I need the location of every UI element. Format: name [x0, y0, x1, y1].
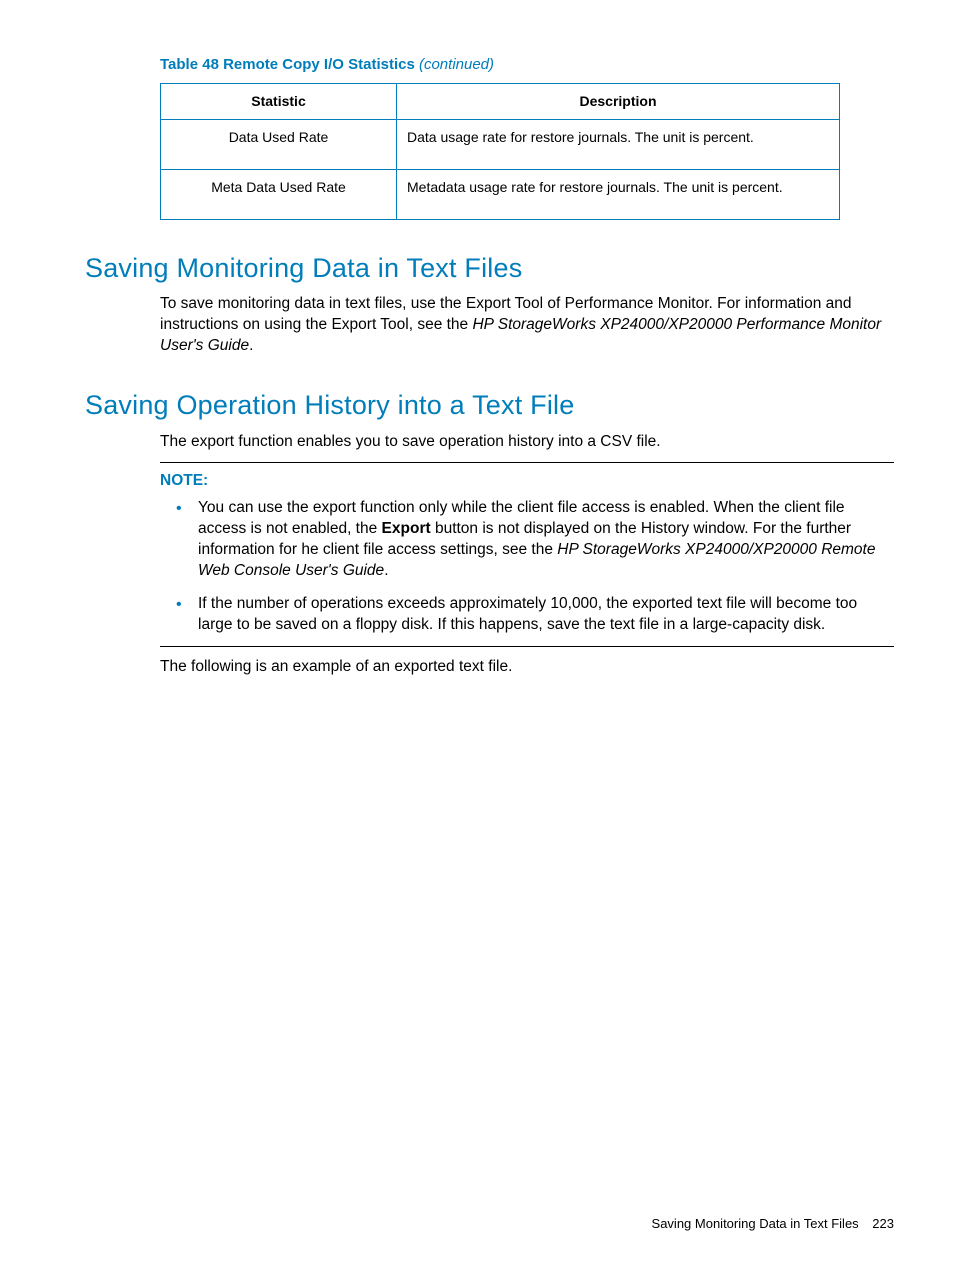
note-list: You can use the export function only whi…	[160, 498, 894, 636]
para-after-note: The following is an example of an export…	[160, 657, 894, 678]
table-row: Meta Data Used Rate Metadata usage rate …	[161, 170, 840, 220]
heading-saving-monitoring: Saving Monitoring Data in Text Files	[85, 250, 894, 286]
caption-continued: (continued)	[419, 56, 494, 73]
note-block: NOTE: You can use the export function on…	[160, 462, 894, 646]
cell-statistic: Meta Data Used Rate	[161, 170, 397, 220]
cell-statistic: Data Used Rate	[161, 120, 397, 170]
footer-text: Saving Monitoring Data in Text Files	[652, 1216, 859, 1231]
table-caption: Table 48 Remote Copy I/O Statistics (con…	[160, 55, 894, 75]
page-footer: Saving Monitoring Data in Text Files 223	[652, 1215, 894, 1233]
table-header-row: Statistic Description	[161, 84, 840, 120]
list-item: If the number of operations exceeds appr…	[198, 594, 894, 636]
col-header-statistic: Statistic	[161, 84, 397, 120]
caption-main: Table 48 Remote Copy I/O Statistics	[160, 56, 419, 73]
page-number: 223	[872, 1216, 894, 1231]
para-history-intro: The export function enables you to save …	[160, 432, 894, 453]
note-label: NOTE:	[160, 471, 894, 492]
heading-saving-history: Saving Operation History into a Text Fil…	[85, 387, 894, 423]
cell-description: Metadata usage rate for restore journals…	[397, 170, 840, 220]
statistics-table: Statistic Description Data Used Rate Dat…	[160, 83, 840, 220]
para-monitoring: To save monitoring data in text files, u…	[160, 294, 894, 357]
list-item: You can use the export function only whi…	[198, 498, 894, 582]
text-fragment: .	[384, 562, 388, 579]
table-row: Data Used Rate Data usage rate for resto…	[161, 120, 840, 170]
col-header-description: Description	[397, 84, 840, 120]
cell-description: Data usage rate for restore journals. Th…	[397, 120, 840, 170]
text-fragment: .	[249, 337, 253, 354]
text-bold-export: Export	[382, 520, 431, 537]
